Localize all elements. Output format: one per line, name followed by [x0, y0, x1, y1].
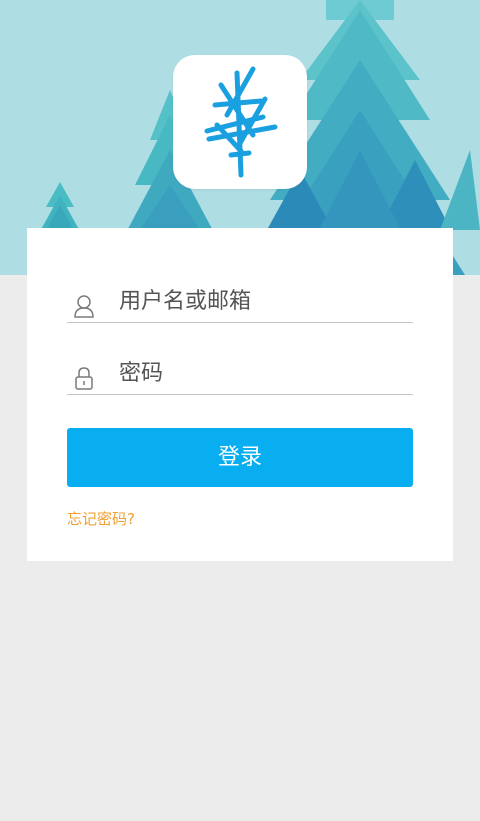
username-field [67, 286, 413, 323]
tree-logo-icon [204, 66, 278, 178]
lock-icon [73, 366, 95, 390]
app-logo [173, 55, 307, 189]
user-icon [73, 294, 95, 318]
password-input[interactable] [119, 358, 399, 388]
login-button[interactable]: 登录 [67, 428, 413, 487]
login-card: 登录 忘记密码? [27, 228, 453, 561]
forgot-password-link[interactable]: 忘记密码? [67, 508, 135, 529]
password-field [67, 358, 413, 395]
username-input[interactable] [119, 286, 399, 316]
